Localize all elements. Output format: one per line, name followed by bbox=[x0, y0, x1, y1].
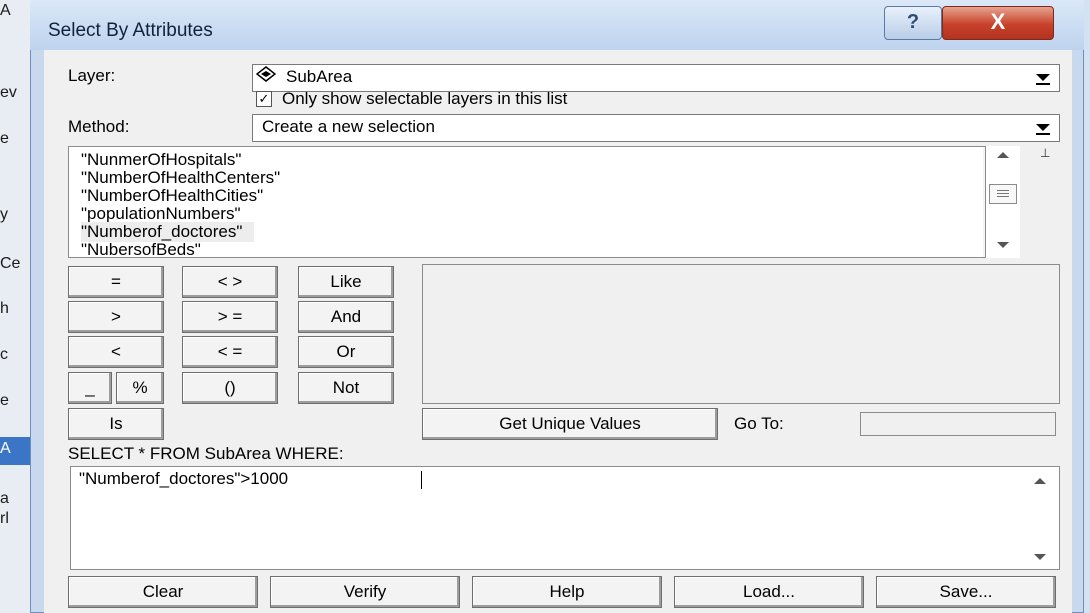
and-button[interactable]: And bbox=[298, 301, 394, 333]
layer-label: Layer: bbox=[68, 66, 116, 85]
unique-values-list[interactable] bbox=[422, 264, 1060, 404]
resize-grip-icon[interactable]: ⊥ bbox=[1040, 146, 1050, 160]
field-item[interactable]: "populationNumbers" bbox=[81, 204, 241, 224]
only-selectable-checkbox[interactable]: ✓ bbox=[256, 91, 272, 107]
like-button[interactable]: Like bbox=[298, 266, 394, 298]
background-app-strip: A ev e y Ce h c e A a rl bbox=[0, 0, 34, 613]
scroll-down-icon[interactable] bbox=[1034, 554, 1046, 560]
background-text: c bbox=[0, 346, 8, 363]
method-label: Method: bbox=[68, 117, 130, 136]
load-button[interactable]: Load... bbox=[674, 576, 864, 608]
background-text: h bbox=[0, 300, 9, 317]
background-text: a bbox=[0, 490, 9, 507]
greater-button[interactable]: > bbox=[68, 301, 164, 333]
background-text: e bbox=[0, 130, 9, 147]
background-text: Ce bbox=[0, 255, 21, 272]
parentheses-button[interactable]: () bbox=[182, 372, 278, 404]
greater-equal-button[interactable]: > = bbox=[182, 301, 278, 333]
field-item[interactable]: "NumberOfHealthCities" bbox=[81, 186, 263, 206]
text-cursor bbox=[421, 471, 422, 489]
background-text: A bbox=[0, 2, 11, 19]
underscore-button[interactable]: _ bbox=[68, 372, 112, 404]
help-icon[interactable]: ? bbox=[884, 6, 942, 40]
chevron-down-icon[interactable] bbox=[1025, 115, 1059, 141]
verify-button[interactable]: Verify bbox=[270, 576, 460, 608]
go-to-input[interactable] bbox=[860, 412, 1056, 436]
scroll-up-icon[interactable] bbox=[997, 152, 1009, 158]
field-item[interactable]: "NubersofBeds" bbox=[81, 240, 201, 257]
scroll-up-icon[interactable] bbox=[1034, 478, 1046, 484]
scroll-thumb[interactable] bbox=[989, 184, 1017, 204]
background-text: ev bbox=[0, 84, 17, 101]
expression-scrollbar[interactable] bbox=[1023, 468, 1057, 568]
layer-diamond-icon bbox=[256, 66, 276, 82]
get-unique-values-button[interactable]: Get Unique Values bbox=[422, 408, 718, 440]
fields-list[interactable]: "NunmerOfHospitals" "NumberOfHealthCente… bbox=[68, 146, 986, 258]
field-item[interactable]: "NumberOfHealthCenters" bbox=[81, 168, 280, 188]
sql-prefix-label: SELECT * FROM SubArea WHERE: bbox=[68, 444, 344, 463]
clear-button[interactable]: Clear bbox=[68, 576, 258, 608]
background-text: e bbox=[0, 392, 9, 409]
background-text: y bbox=[0, 206, 8, 223]
only-selectable-label: Only show selectable layers in this list bbox=[282, 89, 568, 108]
layer-dropdown[interactable] bbox=[252, 64, 1060, 92]
fields-scrollbar[interactable] bbox=[986, 146, 1020, 258]
is-button[interactable]: Is bbox=[68, 408, 164, 440]
go-to-label: Go To: bbox=[734, 414, 784, 433]
layer-value: SubArea bbox=[286, 67, 353, 86]
close-icon[interactable]: X bbox=[942, 6, 1054, 40]
background-text: A bbox=[0, 440, 11, 457]
less-equal-button[interactable]: < = bbox=[182, 336, 278, 368]
field-item-selected[interactable]: "Numberof_doctores" bbox=[81, 222, 255, 242]
expression-text: "Numberof_doctores">1000 bbox=[79, 469, 289, 488]
chevron-down-icon[interactable] bbox=[1025, 65, 1059, 91]
dialog-title: Select By Attributes bbox=[48, 20, 213, 41]
equals-button[interactable]: = bbox=[68, 266, 164, 298]
method-value: Create a new selection bbox=[262, 117, 435, 136]
less-button[interactable]: < bbox=[68, 336, 164, 368]
help-button[interactable]: Help bbox=[472, 576, 662, 608]
scroll-down-icon[interactable] bbox=[997, 242, 1009, 248]
save-button[interactable]: Save... bbox=[876, 576, 1056, 608]
background-text: rl bbox=[0, 510, 9, 527]
percent-button[interactable]: % bbox=[116, 372, 164, 404]
not-button[interactable]: Not bbox=[298, 372, 394, 404]
expression-textarea[interactable]: "Numberof_doctores">1000 bbox=[70, 466, 1060, 570]
field-item[interactable]: "NunmerOfHospitals" bbox=[81, 150, 241, 170]
not-equal-button[interactable]: < > bbox=[182, 266, 278, 298]
or-button[interactable]: Or bbox=[298, 336, 394, 368]
